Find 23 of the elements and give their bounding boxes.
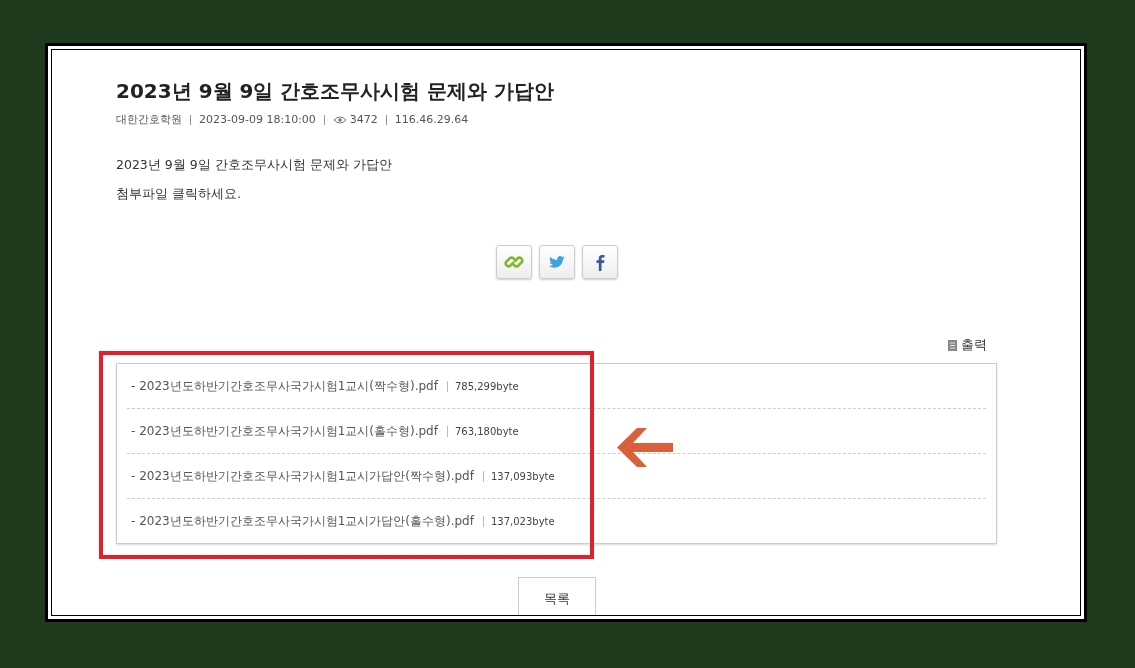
attachment-link[interactable]: - 2023년도하반기간호조무사국가시험1교시(짝수형).pdf (131, 377, 438, 395)
attachment-link[interactable]: - 2023년도하반기간호조무사국가시험1교시(홀수형).pdf (131, 422, 438, 440)
body-text: 2023년 9월 9일 간호조무사시험 문제와 가답안 (116, 157, 393, 173)
body-text: 첨부파일 클릭하세요. (116, 186, 242, 202)
file-size: 763,180byte (446, 425, 519, 437)
attachment-link[interactable]: - 2023년도하반기간호조무사국가시험1교시가답안(홀수형).pdf (131, 512, 474, 530)
post-title: 2023년 9월 9일 간호조무사시험 문제와 가답안 (116, 78, 556, 104)
author-name: 대한간호학원 (116, 112, 182, 127)
post-date: 2023-09-09 18:10:00 (199, 113, 316, 126)
list-button[interactable]: 목록 (517, 577, 596, 615)
view-count: 3472 (349, 113, 378, 126)
document-icon (948, 340, 957, 351)
print-label: 출력 (961, 337, 987, 354)
share-button[interactable] (581, 245, 618, 279)
file-size: 137,023byte (482, 515, 555, 527)
file-size: 137,093byte (482, 470, 555, 482)
share-button[interactable] (538, 245, 575, 279)
ip-address: 116.46.29.64 (394, 113, 469, 126)
eye-icon (332, 115, 347, 124)
file-size: 785,299byte (446, 380, 519, 392)
print-link[interactable]: 출력 (948, 337, 987, 354)
left-arrow-icon (617, 428, 673, 467)
attachment-link[interactable]: - 2023년도하반기간호조무사국가시험1교시가답안(짝수형).pdf (131, 467, 474, 485)
